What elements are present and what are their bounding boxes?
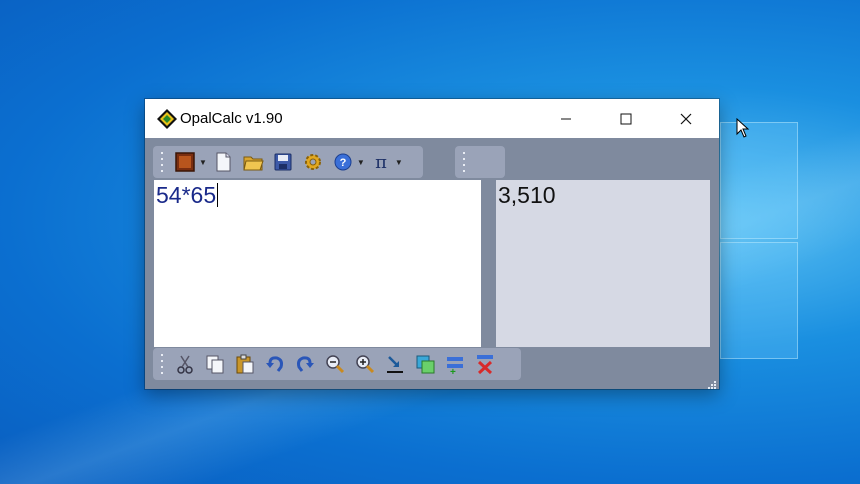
add-line-icon[interactable]: + [443, 352, 467, 376]
toolbar-grip[interactable] [159, 152, 165, 172]
color-scheme-dropdown-arrow[interactable]: ▼ [199, 158, 207, 167]
pi-icon[interactable]: π [369, 150, 393, 174]
expression-text[interactable]: 54*65 [156, 182, 219, 209]
undo-icon[interactable] [263, 352, 287, 376]
edit-toolbar: + [153, 348, 521, 380]
constants-dropdown-arrow[interactable]: ▼ [395, 158, 403, 167]
windows-logo-background [720, 122, 860, 362]
toolbar-grip[interactable] [461, 152, 467, 172]
settings-gear-icon[interactable] [301, 150, 325, 174]
main-toolbar: ▼ ? ▼ π ▼ [153, 146, 423, 178]
color-scheme-icon[interactable] [173, 150, 197, 174]
secondary-toolbar [455, 146, 505, 178]
text-caret [217, 183, 219, 207]
insert-result-icon[interactable] [383, 352, 407, 376]
maximize-button[interactable] [603, 99, 649, 138]
result-pane: 3,510 [496, 180, 710, 347]
close-button[interactable] [663, 99, 709, 138]
mouse-pointer-icon [736, 117, 750, 138]
new-document-icon[interactable] [211, 150, 235, 174]
copy-icon[interactable] [203, 352, 227, 376]
redo-icon[interactable] [293, 352, 317, 376]
svg-text:π: π [375, 152, 387, 173]
opalcalc-app-icon [157, 109, 177, 129]
toolbar-grip[interactable] [159, 354, 165, 374]
zoom-out-icon[interactable] [323, 352, 347, 376]
window-title: OpalCalc v1.90 [180, 110, 283, 127]
help-icon[interactable]: ? [331, 150, 355, 174]
help-dropdown-arrow[interactable]: ▼ [357, 158, 365, 167]
paste-icon[interactable] [233, 352, 257, 376]
zoom-in-icon[interactable] [353, 352, 377, 376]
result-text: 3,510 [498, 182, 556, 208]
svg-text:+: + [450, 367, 456, 375]
clear-icon[interactable] [473, 352, 497, 376]
resize-grip-icon[interactable] [707, 377, 717, 389]
title-bar[interactable]: OpalCalc v1.90 [145, 99, 719, 138]
cut-icon[interactable] [173, 352, 197, 376]
copy-result-icon[interactable] [413, 352, 437, 376]
save-icon[interactable] [271, 150, 295, 174]
opalcalc-window: OpalCalc v1.90 ▼ ? ▼ π ▼ 54*65 3,510 + [145, 99, 719, 389]
minimize-button[interactable] [543, 99, 589, 138]
open-folder-icon[interactable] [241, 150, 265, 174]
svg-text:?: ? [340, 157, 347, 169]
expression-input-pane[interactable]: 54*65 [154, 180, 481, 347]
